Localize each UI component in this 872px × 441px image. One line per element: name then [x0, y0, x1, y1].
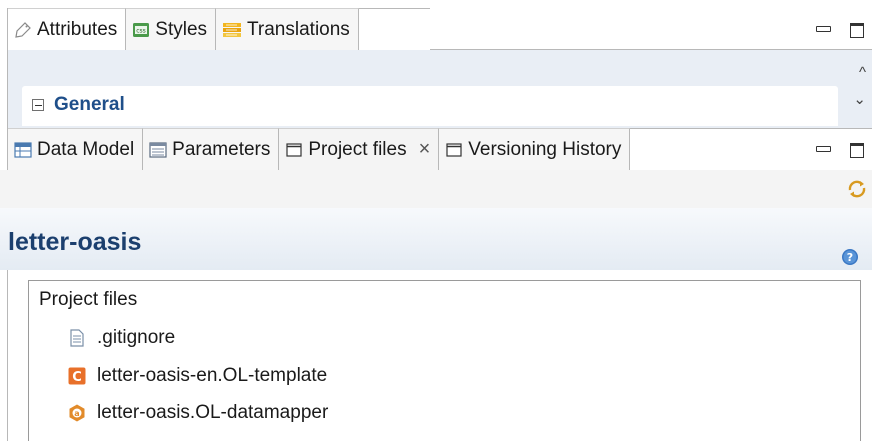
- tab-versioning-history[interactable]: Versioning History: [439, 128, 631, 170]
- tab-label: Project files: [308, 138, 407, 160]
- general-section-header[interactable]: General: [22, 86, 838, 126]
- properties-window-controls: [816, 23, 864, 38]
- versioning-icon: [445, 141, 463, 159]
- data-model-icon: [14, 141, 32, 159]
- tab-attributes[interactable]: Attributes: [8, 8, 127, 50]
- tag-icon: [14, 21, 32, 39]
- tab-translations[interactable]: Translations: [216, 8, 359, 50]
- tab-label: Attributes: [37, 18, 118, 40]
- tab-label: Parameters: [172, 138, 271, 160]
- file-name: letter-oasis.OL-datamapper: [97, 402, 329, 423]
- project-files-section: Project files .gitignore C letter-oasis-…: [28, 280, 861, 441]
- help-icon[interactable]: ?: [841, 248, 859, 272]
- project-files-icon: [285, 141, 303, 159]
- tab-data-model[interactable]: Data Model: [8, 128, 144, 170]
- file-name: letter-oasis-en.OL-template: [97, 365, 328, 386]
- minimize-button[interactable]: [816, 24, 831, 38]
- template-file-icon: C: [68, 367, 86, 385]
- text-file-icon: [68, 329, 86, 347]
- sync-icon[interactable]: [846, 178, 868, 206]
- parameters-icon: [149, 141, 167, 159]
- svg-text:css: css: [136, 27, 146, 34]
- collapse-icon[interactable]: [32, 99, 44, 111]
- tab-label: Styles: [155, 18, 208, 40]
- scroll-up-icon[interactable]: ^: [859, 64, 866, 81]
- tab-label: Data Model: [37, 138, 135, 160]
- svg-text:a: a: [74, 409, 79, 418]
- tab-parameters[interactable]: Parameters: [143, 128, 280, 170]
- tab-project-files[interactable]: Project files ×: [279, 128, 440, 170]
- section-title: Project files: [39, 289, 138, 310]
- properties-content: General ^ ⌄: [8, 50, 872, 128]
- file-item[interactable]: .gitignore: [68, 327, 175, 349]
- properties-tabbar: Attributes css Styles Translations: [8, 8, 359, 50]
- file-name: .gitignore: [97, 327, 176, 348]
- svg-text:?: ?: [847, 251, 853, 264]
- scroll-down-icon[interactable]: ⌄: [853, 90, 866, 108]
- close-icon[interactable]: ×: [419, 138, 431, 161]
- datamapper-file-icon: a: [68, 404, 86, 422]
- translations-icon: [222, 21, 242, 39]
- editor-toolbar: [0, 170, 872, 208]
- properties-panel: Attributes css Styles Translations Gener…: [0, 0, 872, 128]
- page-title: letter-oasis: [8, 228, 142, 256]
- tab-label: Translations: [247, 18, 350, 40]
- form-header: letter-oasis ?: [0, 208, 872, 270]
- editor-window-controls: [816, 143, 864, 158]
- css-icon: css: [132, 21, 150, 39]
- tab-label: Versioning History: [468, 138, 622, 160]
- tab-styles[interactable]: css Styles: [126, 8, 217, 50]
- file-item[interactable]: C letter-oasis-en.OL-template: [68, 365, 327, 387]
- section-title: General: [54, 94, 125, 115]
- minimize-button[interactable]: [816, 144, 831, 158]
- maximize-button[interactable]: [850, 23, 864, 38]
- svg-text:C: C: [72, 370, 82, 385]
- file-item[interactable]: a letter-oasis.OL-datamapper: [68, 402, 328, 424]
- maximize-button[interactable]: [850, 143, 864, 158]
- editor-tabbar: Data Model Parameters Project files × Ve…: [8, 128, 631, 170]
